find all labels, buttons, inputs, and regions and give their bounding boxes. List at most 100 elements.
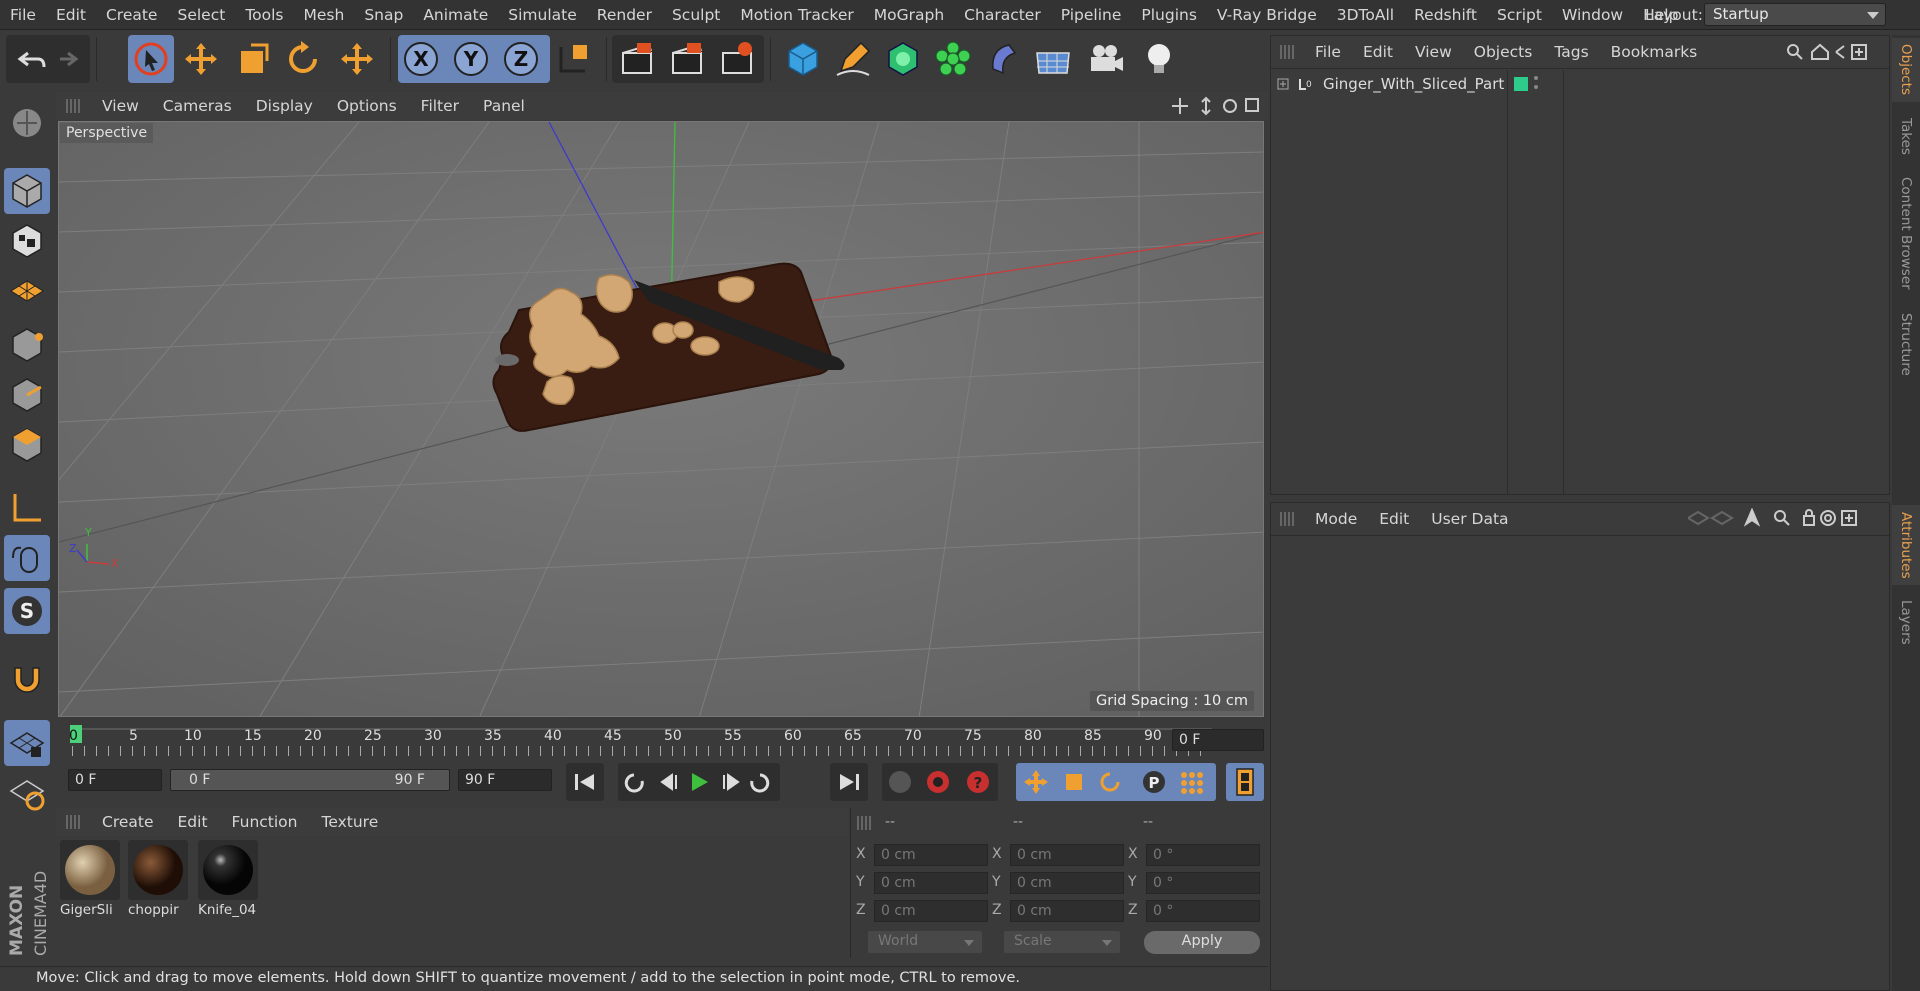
start-frame-field[interactable]: 0 F — [68, 769, 162, 791]
cube-button[interactable] — [780, 35, 826, 83]
obj-menu-bookmarks[interactable]: Bookmarks — [1600, 43, 1709, 61]
perspective-viewport[interactable]: Y X Z — [58, 121, 1264, 717]
edges-mode-button[interactable] — [4, 372, 50, 418]
vp-menu-view[interactable]: View — [90, 97, 151, 115]
attr-menu-mode[interactable]: Mode — [1304, 510, 1368, 528]
layer-color-tag[interactable] — [1514, 77, 1528, 91]
panel-grip-icon[interactable] — [1280, 45, 1296, 59]
vp-menu-options[interactable]: Options — [325, 97, 409, 115]
menu-3dtoall[interactable]: 3DToAll — [1327, 6, 1404, 24]
tab-structure[interactable]: Structure — [1892, 304, 1920, 384]
tab-attributes[interactable]: Attributes — [1892, 505, 1920, 585]
light-button[interactable] — [1136, 35, 1182, 83]
mat-menu-create[interactable]: Create — [90, 813, 166, 831]
render-view-button[interactable] — [614, 35, 660, 83]
material-swatch[interactable]: choppir — [128, 840, 188, 922]
render-visibility-dot[interactable] — [1534, 85, 1538, 89]
x-axis-button[interactable]: X — [398, 35, 444, 83]
tab-objects[interactable]: Objects — [1892, 38, 1920, 102]
texture-mode-button[interactable] — [4, 218, 50, 264]
menu-select[interactable]: Select — [167, 6, 235, 24]
menu-motion-tracker[interactable]: Motion Tracker — [730, 6, 863, 24]
menu-character[interactable]: Character — [954, 6, 1051, 24]
end-frame-field[interactable]: 90 F — [458, 769, 552, 791]
camera-button[interactable] — [1082, 35, 1128, 83]
obj-menu-tags[interactable]: Tags — [1543, 43, 1599, 61]
polygons-mode-button[interactable] — [4, 422, 50, 468]
range-slider[interactable]: 0 F 90 F — [170, 769, 450, 791]
y-axis-button[interactable]: Y — [448, 35, 494, 83]
vp-menu-panel[interactable]: Panel — [471, 97, 537, 115]
panel-grip-icon[interactable] — [66, 815, 82, 829]
attr-menu-user-data[interactable]: User Data — [1420, 510, 1519, 528]
menu-script[interactable]: Script — [1487, 6, 1552, 24]
tab-content-browser[interactable]: Content Browser — [1892, 168, 1920, 298]
vp-menu-filter[interactable]: Filter — [409, 97, 471, 115]
render-settings-button[interactable] — [714, 35, 760, 83]
panel-grip-icon[interactable] — [1280, 512, 1296, 526]
menu-plugins[interactable]: Plugins — [1131, 6, 1207, 24]
live-selection-button[interactable] — [128, 35, 174, 83]
object-name[interactable]: Ginger_With_Sliced_Part — [1323, 75, 1504, 93]
timeline-window-button[interactable] — [1226, 763, 1264, 801]
menu-redshift[interactable]: Redshift — [1404, 6, 1487, 24]
render-picture-viewer-button[interactable] — [664, 35, 710, 83]
menu-file[interactable]: File — [0, 6, 46, 24]
coord-pos-field[interactable]: 0 cm — [874, 872, 988, 894]
vp-menu-cameras[interactable]: Cameras — [151, 97, 244, 115]
menu-window[interactable]: Window — [1552, 6, 1633, 24]
coord-size-field[interactable]: 0 cm — [1010, 844, 1124, 866]
workplane-settings-button[interactable] — [4, 770, 50, 816]
snap-button[interactable]: S — [4, 588, 50, 634]
mat-menu-texture[interactable]: Texture — [309, 813, 390, 831]
obj-menu-edit[interactable]: Edit — [1352, 43, 1404, 61]
coord-size-field[interactable]: 0 cm — [1010, 872, 1124, 894]
floor-button[interactable] — [1030, 35, 1076, 83]
cloner-button[interactable] — [930, 35, 976, 83]
menu-pipeline[interactable]: Pipeline — [1051, 6, 1132, 24]
menu-tools[interactable]: Tools — [235, 6, 293, 24]
make-editable-button[interactable] — [4, 100, 50, 146]
menu-render[interactable]: Render — [587, 6, 662, 24]
go-to-end-button[interactable] — [830, 763, 868, 801]
menu-edit[interactable]: Edit — [46, 6, 96, 24]
obj-menu-view[interactable]: View — [1404, 43, 1463, 61]
mat-menu-edit[interactable]: Edit — [166, 813, 220, 831]
menu-mograph[interactable]: MoGraph — [864, 6, 954, 24]
menu-create[interactable]: Create — [96, 6, 168, 24]
menu-vray-bridge[interactable]: V-Ray Bridge — [1207, 6, 1327, 24]
mat-menu-function[interactable]: Function — [220, 813, 310, 831]
go-to-start-button[interactable] — [566, 763, 604, 801]
menu-sculpt[interactable]: Sculpt — [662, 6, 730, 24]
coord-rot-field[interactable]: 0 ° — [1146, 844, 1260, 866]
panel-grip-icon[interactable] — [66, 99, 82, 113]
transform-tool-button[interactable] — [334, 35, 380, 83]
model-mode-button[interactable] — [4, 168, 50, 214]
menu-snap[interactable]: Snap — [354, 6, 413, 24]
subdivision-surface-button[interactable] — [880, 35, 926, 83]
coord-pos-field[interactable]: 0 cm — [874, 844, 988, 866]
deformer-button[interactable] — [980, 35, 1026, 83]
coord-size-field[interactable]: 0 cm — [1010, 900, 1124, 922]
editor-visibility-dot[interactable] — [1534, 76, 1538, 80]
material-swatch[interactable]: GigerSli — [60, 840, 120, 922]
panel-grip-icon[interactable] — [857, 816, 873, 830]
z-axis-button[interactable]: Z — [498, 35, 544, 83]
layout-select[interactable]: Startup — [1704, 3, 1886, 26]
obj-menu-objects[interactable]: Objects — [1463, 43, 1544, 61]
material-swatch[interactable]: Knife_04 — [198, 840, 258, 922]
undo-icon[interactable] — [6, 35, 90, 83]
coord-rot-field[interactable]: 0 ° — [1146, 872, 1260, 894]
menu-simulate[interactable]: Simulate — [498, 6, 587, 24]
tweak-mode-button[interactable] — [4, 535, 50, 581]
lock-workplane-button[interactable] — [4, 720, 50, 766]
object-row[interactable]: 0 Ginger_With_Sliced_Part — [1276, 74, 1896, 96]
menu-mesh[interactable]: Mesh — [294, 6, 355, 24]
world-dropdown[interactable]: World — [868, 931, 982, 953]
vp-menu-display[interactable]: Display — [244, 97, 325, 115]
workplane-mode-button[interactable] — [4, 268, 50, 314]
move-tool-button[interactable] — [178, 35, 224, 83]
coord-rot-field[interactable]: 0 ° — [1146, 900, 1260, 922]
obj-menu-file[interactable]: File — [1304, 43, 1352, 61]
magnet-button[interactable] — [4, 655, 50, 701]
